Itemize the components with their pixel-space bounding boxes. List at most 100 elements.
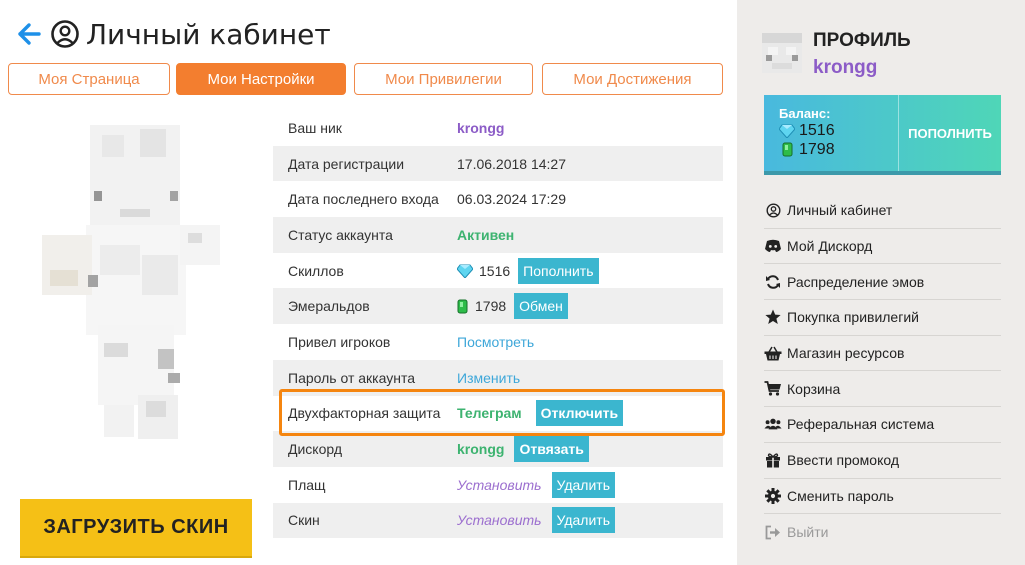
sidebar-item-personal-account[interactable]: Личный кабинет [764,193,1001,229]
tab-my-achievements[interactable]: Мои Достижения [542,63,723,95]
sidebar-item-label: Магазин ресурсов [787,345,905,362]
table-row-twofa: Двухфакторная защита Телеграм Отключить [273,396,723,432]
emeralds-value: 1798 [475,298,507,315]
tab-my-page[interactable]: Моя Страница [8,63,170,95]
sidebar-item-label: Ввести промокод [787,452,900,469]
skills-value: 1516 [479,262,511,279]
sidebar-item-logout[interactable]: Выйти [764,514,1001,550]
balance-skills-value: 1516 [799,121,835,139]
row-label: Скиллов [288,262,344,279]
tab-my-settings[interactable]: Мои Настройки [176,63,346,95]
balance-emeralds-value: 1798 [799,140,835,158]
balance-card: Баланс: 1516 1798 ПОПОЛНИТЬ [764,95,1001,175]
row-label: Эмеральдов [288,298,370,315]
sidebar-item-resource-shop[interactable]: Магазин ресурсов [764,336,1001,372]
table-row-last-login: Дата последнего входа 06.03.2024 17:29 [273,181,723,217]
emerald-icon [457,299,468,314]
gift-icon [764,451,782,469]
set-skin-link[interactable]: Установить [457,512,542,528]
row-label: Дискорд [288,441,343,458]
status-value: Активен [457,226,515,243]
last-login-value: 06.03.2024 17:29 [457,191,566,208]
sidebar-item-label: Корзина [787,380,841,397]
unlink-discord-button[interactable]: Отвязать [514,436,589,463]
sign-out-icon [764,523,782,541]
sidebar-item-label: Мой Дискорд [787,238,873,255]
skin-preview-image [42,125,220,439]
sidebar-item-enter-promocode[interactable]: Ввести промокод [764,443,1001,479]
discord-icon [764,237,782,255]
row-label: Пароль от аккаунта [288,369,415,386]
row-label: Скин [288,512,320,529]
sidebar-item-my-discord[interactable]: Мой Дискорд [764,229,1001,265]
set-cape-link[interactable]: Установить [457,477,542,493]
table-row-status: Статус аккаунта Активен [273,217,723,253]
diamond-icon [779,124,795,138]
profile-title: ПРОФИЛЬ [813,30,911,51]
sidebar-item-referral-system[interactable]: Реферальная система [764,407,1001,443]
sidebar-item-label: Личный кабинет [787,202,893,219]
back-arrow-icon[interactable] [14,20,42,48]
exchange-emeralds-button[interactable]: Обмен [514,293,568,320]
basket-icon [764,344,782,362]
avatar[interactable] [762,33,802,73]
page: Личный кабинет Моя Страница Мои Настройк… [0,0,1025,565]
upload-skin-button[interactable]: ЗАГРУЗИТЬ СКИН [20,499,252,556]
sync-icon [764,273,782,291]
table-row-discord: Дискорд krongg Отвязать [273,431,723,467]
table-row-referrals: Привел игроков Посмотреть [273,324,723,360]
row-label: Привел игроков [288,333,391,350]
sidebar-item-buy-privileges[interactable]: Покупка привилегий [764,300,1001,336]
sidebar-item-label: Выйти [787,524,829,541]
delete-cape-button[interactable]: Удалить [551,471,615,498]
diamond-icon [457,264,473,278]
table-row-skills: Скиллов 1516 Пополнить [273,253,723,289]
sidebar-item-label: Покупка привилегий [787,309,919,326]
disable-twofa-button[interactable]: Отключить [535,400,624,427]
nick-value: krongg [457,119,505,136]
balance-caption: Баланс: [779,106,831,121]
change-password-link[interactable]: Изменить [457,370,520,386]
table-row-registered: Дата регистрации 17.06.2018 14:27 [273,145,723,182]
row-label: Ваш ник [288,119,342,136]
tab-my-privileges[interactable]: Мои Привилегии [354,63,533,95]
sidebar-item-change-password[interactable]: Сменить пароль [764,479,1001,515]
top-up-skills-button[interactable]: Пополнить [518,257,599,284]
star-icon [764,308,782,326]
row-label: Плащ [288,476,326,493]
delete-skin-button[interactable]: Удалить [551,507,615,534]
tab-bar: Моя Страница Мои Настройки Мои Привилеги… [8,63,723,95]
row-label: Дата регистрации [288,155,405,172]
table-row-skin: Скин Установить Удалить [273,502,723,539]
balance-emeralds-line: 1798 [779,140,898,159]
sidebar-item-label: Сменить пароль [787,487,894,504]
sidebar-item-emerald-distribution[interactable]: Распределение эмов [764,264,1001,301]
view-referrals-link[interactable]: Посмотреть [457,334,534,350]
cart-icon [764,380,782,398]
account-info-table: Ваш ник krongg Дата регистрации 17.06.20… [273,110,723,539]
page-title: Личный кабинет [86,17,331,51]
row-label: Статус аккаунта [288,226,393,243]
user-circle-icon [51,20,79,48]
gear-icon [764,487,782,505]
profile-username[interactable]: krongg [813,57,877,79]
balance-skills-line: 1516 [779,121,898,140]
page-header: Личный кабинет [14,14,331,54]
sidebar-item-label: Реферальная система [787,416,935,433]
discord-value: krongg [457,441,505,458]
twofa-method-value: Телеграм [457,405,522,422]
sidebar: ПРОФИЛЬ krongg Баланс: 1516 1798 ПОПОЛНИ… [737,0,1025,565]
users-icon [764,415,782,433]
row-label: Дата последнего входа [288,191,439,208]
registered-value: 17.06.2018 14:27 [457,155,566,172]
table-row-emeralds: Эмеральдов 1798 Обмен [273,288,723,325]
sidebar-item-cart[interactable]: Корзина [764,371,1001,408]
balance-info: Баланс: 1516 1798 [764,95,898,171]
sidebar-item-label: Распределение эмов [787,273,925,290]
table-row-nick: Ваш ник krongg [273,110,723,146]
sidebar-menu: Личный кабинет Мой Дискорд Распределение… [764,193,1001,550]
table-row-cape: Плащ Установить Удалить [273,467,723,503]
top-up-balance-button[interactable]: ПОПОЛНИТЬ [898,95,1001,171]
emerald-icon [782,142,793,157]
row-label: Двухфакторная защита [288,405,441,422]
